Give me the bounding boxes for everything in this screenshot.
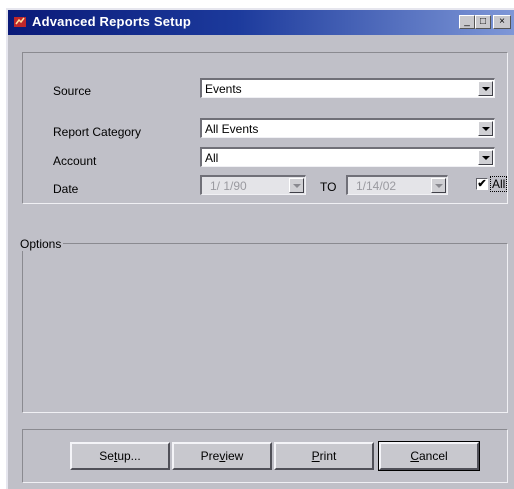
date-from-picker[interactable]: 1/ 1/90 [200, 175, 306, 195]
cancel-label-mnemonic: C [410, 449, 419, 463]
account-label: Account [53, 154, 97, 168]
all-dates-checkbox[interactable]: ✔ [476, 178, 488, 190]
report-category-dropdown[interactable]: All Events [200, 118, 495, 138]
print-button[interactable]: Print [274, 442, 374, 470]
cancel-label-post: ancel [418, 449, 448, 463]
source-label: Source [53, 84, 92, 98]
chevron-down-icon[interactable] [478, 81, 493, 96]
date-from-value: 1/ 1/90 [210, 179, 247, 193]
chevron-down-icon[interactable] [478, 150, 493, 165]
preview-button[interactable]: Preview [172, 442, 272, 470]
cancel-button[interactable]: Cancel [378, 441, 480, 471]
setup-button[interactable]: Setup... [70, 442, 170, 470]
date-to-label: TO [320, 180, 337, 194]
options-group [22, 243, 508, 413]
chevron-down-icon[interactable] [289, 178, 304, 193]
all-dates-label[interactable]: All [489, 176, 508, 192]
maximize-button[interactable]: □ [475, 15, 491, 29]
report-category-value: All Events [205, 122, 259, 136]
source-dropdown[interactable]: Events [200, 78, 495, 98]
minimize-button[interactable]: _ [459, 15, 475, 29]
date-label: Date [53, 182, 79, 196]
setup-label-pre: Se [99, 449, 114, 463]
preview-label-post: iew [225, 449, 244, 463]
report-category-label: Report Category [53, 125, 142, 139]
close-button[interactable]: × [493, 15, 511, 29]
date-to-picker[interactable]: 1/14/02 [346, 175, 448, 195]
window-title: Advanced Reports Setup [32, 14, 191, 29]
date-to-value: 1/14/02 [356, 179, 397, 193]
dialog-window: Advanced Reports Setup _ □ × Source Even… [6, 8, 514, 489]
title-bar[interactable]: Advanced Reports Setup _ □ × [8, 10, 514, 35]
preview-label-pre: Pre [200, 449, 220, 463]
source-value: Events [205, 82, 242, 96]
account-value: All [205, 151, 219, 165]
chevron-down-icon[interactable] [431, 178, 446, 193]
setup-label-post: up... [117, 449, 141, 463]
print-label-post: rint [319, 449, 337, 463]
options-title: Options [18, 237, 64, 251]
chevron-down-icon[interactable] [478, 121, 493, 136]
app-icon [14, 17, 26, 27]
account-dropdown[interactable]: All [200, 147, 495, 167]
print-label-mnemonic: P [311, 449, 320, 463]
